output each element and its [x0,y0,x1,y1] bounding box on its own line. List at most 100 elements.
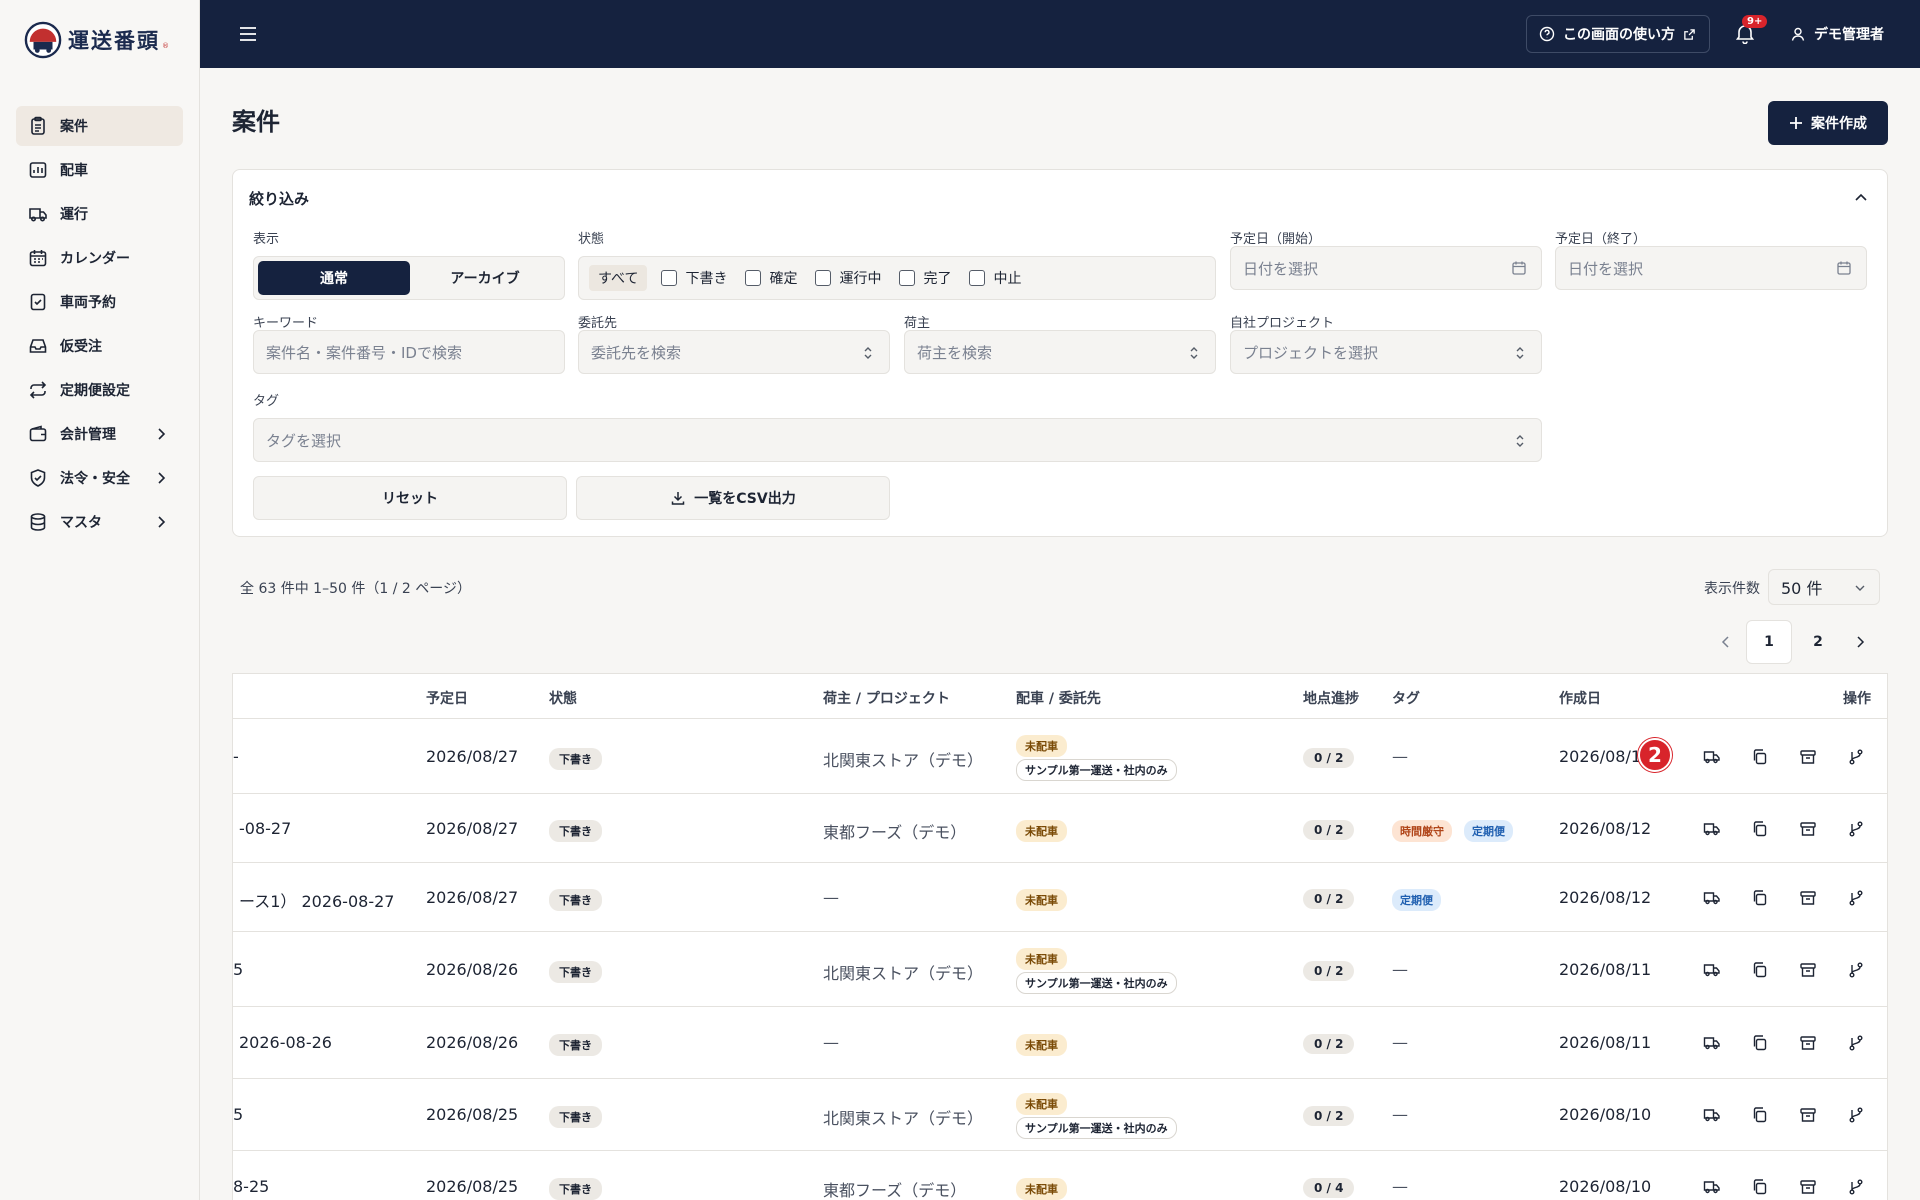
status-confirmed-checkbox[interactable]: 確定 [745,268,797,288]
case-name-link[interactable]: - [233,747,239,766]
project-placeholder: プロジェクトを選択 [1243,343,1379,362]
archive-action-icon[interactable] [1799,1106,1817,1124]
dispatch-action-icon[interactable] [1703,1106,1721,1124]
inbox-icon [29,339,47,353]
dispatch-badge: 未配車 [1016,1093,1067,1115]
status-draft-checkbox[interactable]: 下書き [661,268,727,288]
header-dispatch[interactable]: 配車 / 委託先 [1016,688,1101,708]
status-cancelled-checkbox[interactable]: 中止 [969,268,1021,288]
case-name-link[interactable]: 2026-08-26 [239,1033,332,1052]
branch-action-icon[interactable] [1847,1178,1865,1196]
dispatch-action-icon[interactable] [1703,748,1721,766]
duplicate-action-icon[interactable] [1751,1034,1769,1052]
case-name-link[interactable]: 5 [233,960,243,979]
case-name-link[interactable]: -08-27 [239,819,291,838]
branch-action-icon[interactable] [1847,1106,1865,1124]
pagination-page-2[interactable]: 2 [1796,620,1840,664]
case-name-link[interactable]: 8-25 [233,1177,269,1196]
duplicate-action-icon[interactable] [1751,748,1769,766]
archive-action-icon[interactable] [1799,1178,1817,1196]
view-normal-button[interactable]: 通常 [258,261,410,295]
progress-badge: 0 / 2 [1303,819,1355,840]
filter-title: 絞り込み [249,190,310,208]
view-archive-button[interactable]: アーカイブ [409,261,561,295]
header-created[interactable]: 作成日 [1559,688,1601,708]
dispatch-action-icon[interactable] [1703,1034,1721,1052]
archive-action-icon[interactable] [1799,820,1817,838]
branch-action-icon[interactable] [1847,748,1865,766]
duplicate-action-icon[interactable] [1751,1106,1769,1124]
branch-action-icon[interactable] [1847,1034,1865,1052]
header-tags[interactable]: タグ [1392,688,1420,708]
dispatch-action-icon[interactable] [1703,961,1721,979]
duplicate-action-icon[interactable] [1751,820,1769,838]
dispatch-action-icon[interactable] [1703,1178,1721,1196]
sidebar-item-legal-safety[interactable]: 法令・安全 [16,458,183,498]
archive-action-icon[interactable] [1799,961,1817,979]
checkbox[interactable] [969,270,986,286]
project-select[interactable]: プロジェクトを選択 [1230,330,1542,374]
consignor-select[interactable]: 委託先を検索 [578,330,890,374]
keyword-input[interactable]: 案件名・案件番号・IDで検索 [253,330,565,374]
header-status[interactable]: 状態 [549,688,577,708]
shipper-placeholder: 荷主を検索 [917,343,993,362]
case-name-link[interactable]: ース1） 2026-08-27 [239,888,394,912]
tag-select[interactable]: タグを選択 [253,418,1542,462]
case-name-link[interactable]: 5 [233,1105,243,1124]
checkbox[interactable] [661,270,678,286]
header-shipper[interactable]: 荷主 / プロジェクト [823,688,950,708]
reset-button[interactable]: リセット [253,476,567,520]
duplicate-action-icon[interactable] [1751,1178,1769,1196]
user-menu[interactable]: デモ管理者 [1790,24,1884,44]
status-all-chip[interactable]: すべて [589,265,648,291]
checkbox[interactable] [815,270,832,286]
hamburger-menu-icon[interactable] [236,22,260,46]
status-in-transit-checkbox[interactable]: 運行中 [815,268,881,288]
shipper-select[interactable]: 荷主を検索 [904,330,1216,374]
archive-action-icon[interactable] [1799,748,1817,766]
csv-export-button[interactable]: 一覧をCSV出力 [576,476,890,520]
sidebar-item-label: 案件 [60,119,88,135]
date-end-input[interactable]: 日付を選択 [1555,246,1867,290]
help-button[interactable]: この画面の使い方 [1526,15,1710,53]
table-row[interactable]: 8-25 2026/08/25 下書き 東都フーズ（デモ） 未配車 0 / 4 — 2026/… [233,1151,1887,1200]
progress-badge: 0 / 2 [1303,1106,1355,1126]
pagination-page-1[interactable]: 1 [1746,620,1792,664]
sidebar-item-provisional-orders[interactable]: 仮受注 [16,326,183,366]
scheduled-date: 2026/08/27 [426,746,519,766]
sidebar-item-regular-delivery[interactable]: 定期便設定 [16,370,183,410]
branch-action-icon[interactable] [1847,961,1865,979]
table-row[interactable]: ース1） 2026-08-27 2026/08/27 下書き — 未配車 0 / 2 定期便… [233,863,1887,932]
header-date[interactable]: 予定日 [426,688,468,708]
checkbox[interactable] [899,270,916,286]
dispatch-action-icon[interactable] [1703,820,1721,838]
table-row[interactable]: 2026-08-26 2026/08/26 下書き — 未配車 0 / 2 — 2026/08… [233,1007,1887,1079]
table-row[interactable]: -08-27 2026/08/27 下書き 東都フーズ（デモ） 未配車 0 / 2 時間厳守… [233,794,1887,863]
checkbox[interactable] [745,270,762,286]
status-completed-checkbox[interactable]: 完了 [899,268,951,288]
create-case-button[interactable]: 案件作成 [1768,101,1888,145]
per-page-select[interactable]: 50 件 [1768,569,1880,605]
table-row[interactable]: 5 2026/08/25 下書き 北関東ストア（デモ） 未配車 サンプル第一運送・社内のみ… [233,1079,1887,1151]
sidebar-item-cases[interactable]: 案件 [16,106,183,146]
dispatch-action-icon[interactable] [1703,889,1721,907]
duplicate-action-icon[interactable] [1751,961,1769,979]
sidebar-item-operations[interactable]: 運行 [16,194,183,234]
pagination-next-icon[interactable] [1850,620,1870,664]
sidebar-item-accounting[interactable]: 会計管理 [16,414,183,454]
sidebar-item-master[interactable]: マスタ [16,502,183,542]
chevron-up-icon[interactable] [1853,190,1869,206]
pagination-prev-icon[interactable] [1716,620,1736,664]
duplicate-action-icon[interactable] [1751,889,1769,907]
branch-action-icon[interactable] [1847,820,1865,838]
branch-action-icon[interactable] [1847,889,1865,907]
sidebar-item-vehicle-reservation[interactable]: 車両予約 [16,282,183,322]
logo[interactable]: 運送番頭 ® [0,0,199,80]
header-progress[interactable]: 地点進捗 [1303,688,1359,708]
sidebar-item-calendar[interactable]: カレンダー [16,238,183,278]
archive-action-icon[interactable] [1799,1034,1817,1052]
sidebar-item-dispatch[interactable]: 配車 [16,150,183,190]
archive-action-icon[interactable] [1799,889,1817,907]
date-start-input[interactable]: 日付を選択 [1230,246,1542,290]
table-row[interactable]: 5 2026/08/26 下書き 北関東ストア（デモ） 未配車 サンプル第一運送・社内のみ… [233,932,1887,1007]
